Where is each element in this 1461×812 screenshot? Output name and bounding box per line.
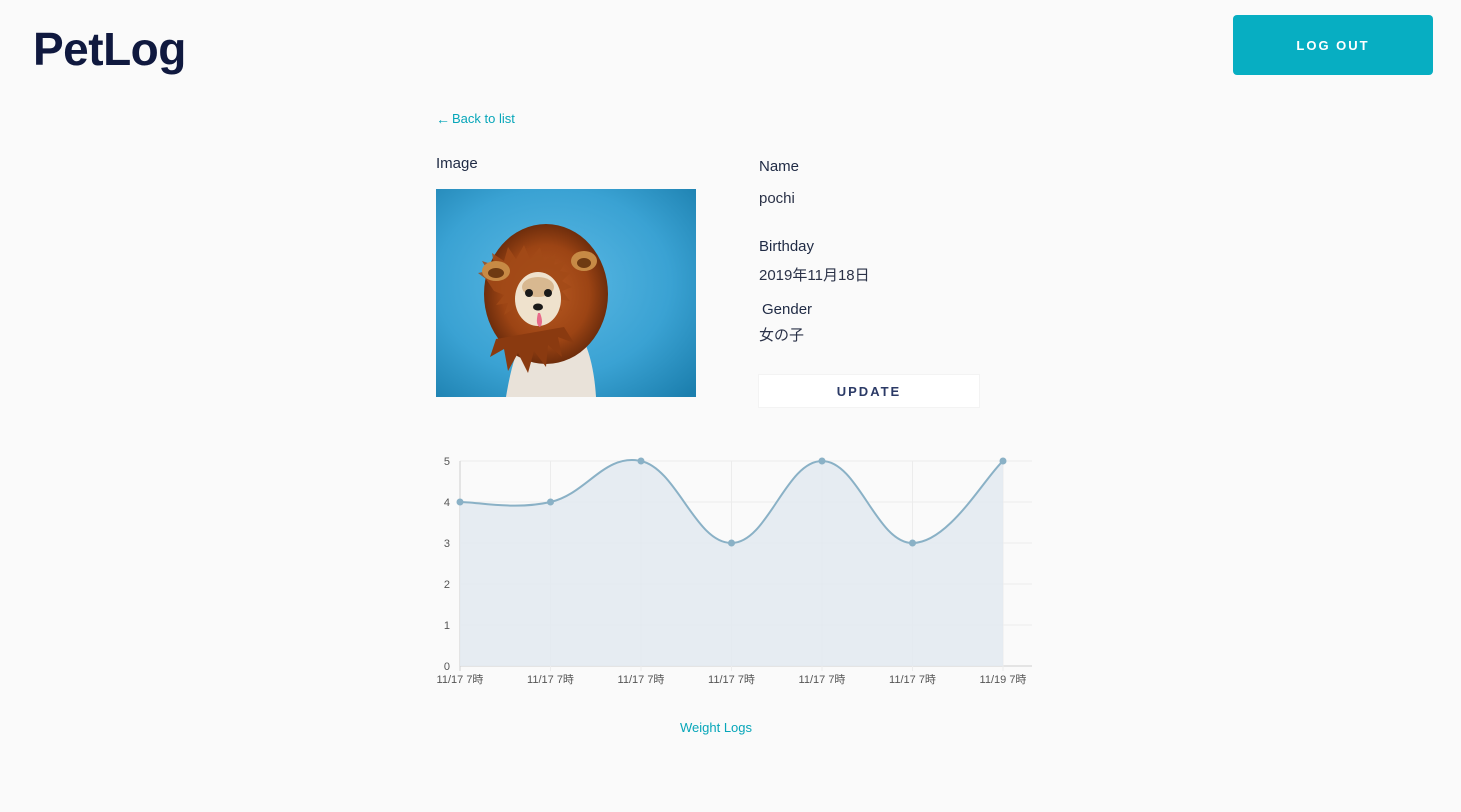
birthday-label: Birthday — [759, 238, 815, 255]
data-point — [818, 457, 826, 465]
data-point — [728, 539, 735, 547]
weight-chart: 0 1 2 3 4 5 11/17 7時 11/17 7時 11/17 7時 11/17 7時 11… — [437, 456, 1032, 686]
pet-birthday: 2019年11月18日 — [759, 267, 870, 284]
x-tick-label: 11/17 7時 — [527, 673, 574, 686]
back-to-list-link[interactable]: ← Back to list — [436, 111, 515, 126]
y-tick-label: 2 — [444, 579, 450, 591]
data-point — [456, 498, 464, 506]
x-tick-label: 11/19 7時 — [980, 673, 1027, 686]
y-tick-label: 0 — [444, 661, 450, 673]
data-point — [999, 457, 1007, 465]
x-tick-label: 11/17 7時 — [618, 673, 665, 686]
y-tick-label: 5 — [444, 456, 450, 468]
image-label: Image — [436, 155, 478, 172]
data-point — [547, 498, 554, 506]
data-point — [637, 457, 645, 465]
x-tick-label: 11/17 7時 — [799, 673, 846, 686]
app-logo[interactable]: PetLog — [33, 22, 186, 76]
back-to-list-label: Back to list — [452, 111, 515, 126]
x-tick-label: 11/17 7時 — [708, 673, 755, 686]
x-tick-label: 11/17 7時 — [889, 673, 936, 686]
logout-button[interactable]: LOG OUT — [1233, 15, 1433, 75]
y-tick-label: 4 — [444, 497, 450, 509]
y-tick-label: 1 — [444, 620, 450, 632]
name-label: Name — [759, 158, 800, 175]
gender-label: Gender — [762, 301, 813, 318]
update-button[interactable]: UPDATE — [759, 375, 979, 407]
pet-name: pochi — [759, 190, 795, 207]
y-tick-label: 3 — [444, 538, 450, 550]
pet-photo — [436, 189, 696, 397]
app-header: PetLog LOG OUT — [0, 0, 1461, 100]
data-point — [909, 539, 916, 547]
x-tick-label: 11/17 7時 — [437, 673, 484, 686]
arrow-left-icon: ← — [436, 110, 450, 127]
dog-in-lion-mane-photo-icon — [436, 189, 696, 397]
pet-gender: 女の子 — [759, 327, 805, 344]
weight-logs-caption: Weight Logs — [679, 720, 753, 735]
